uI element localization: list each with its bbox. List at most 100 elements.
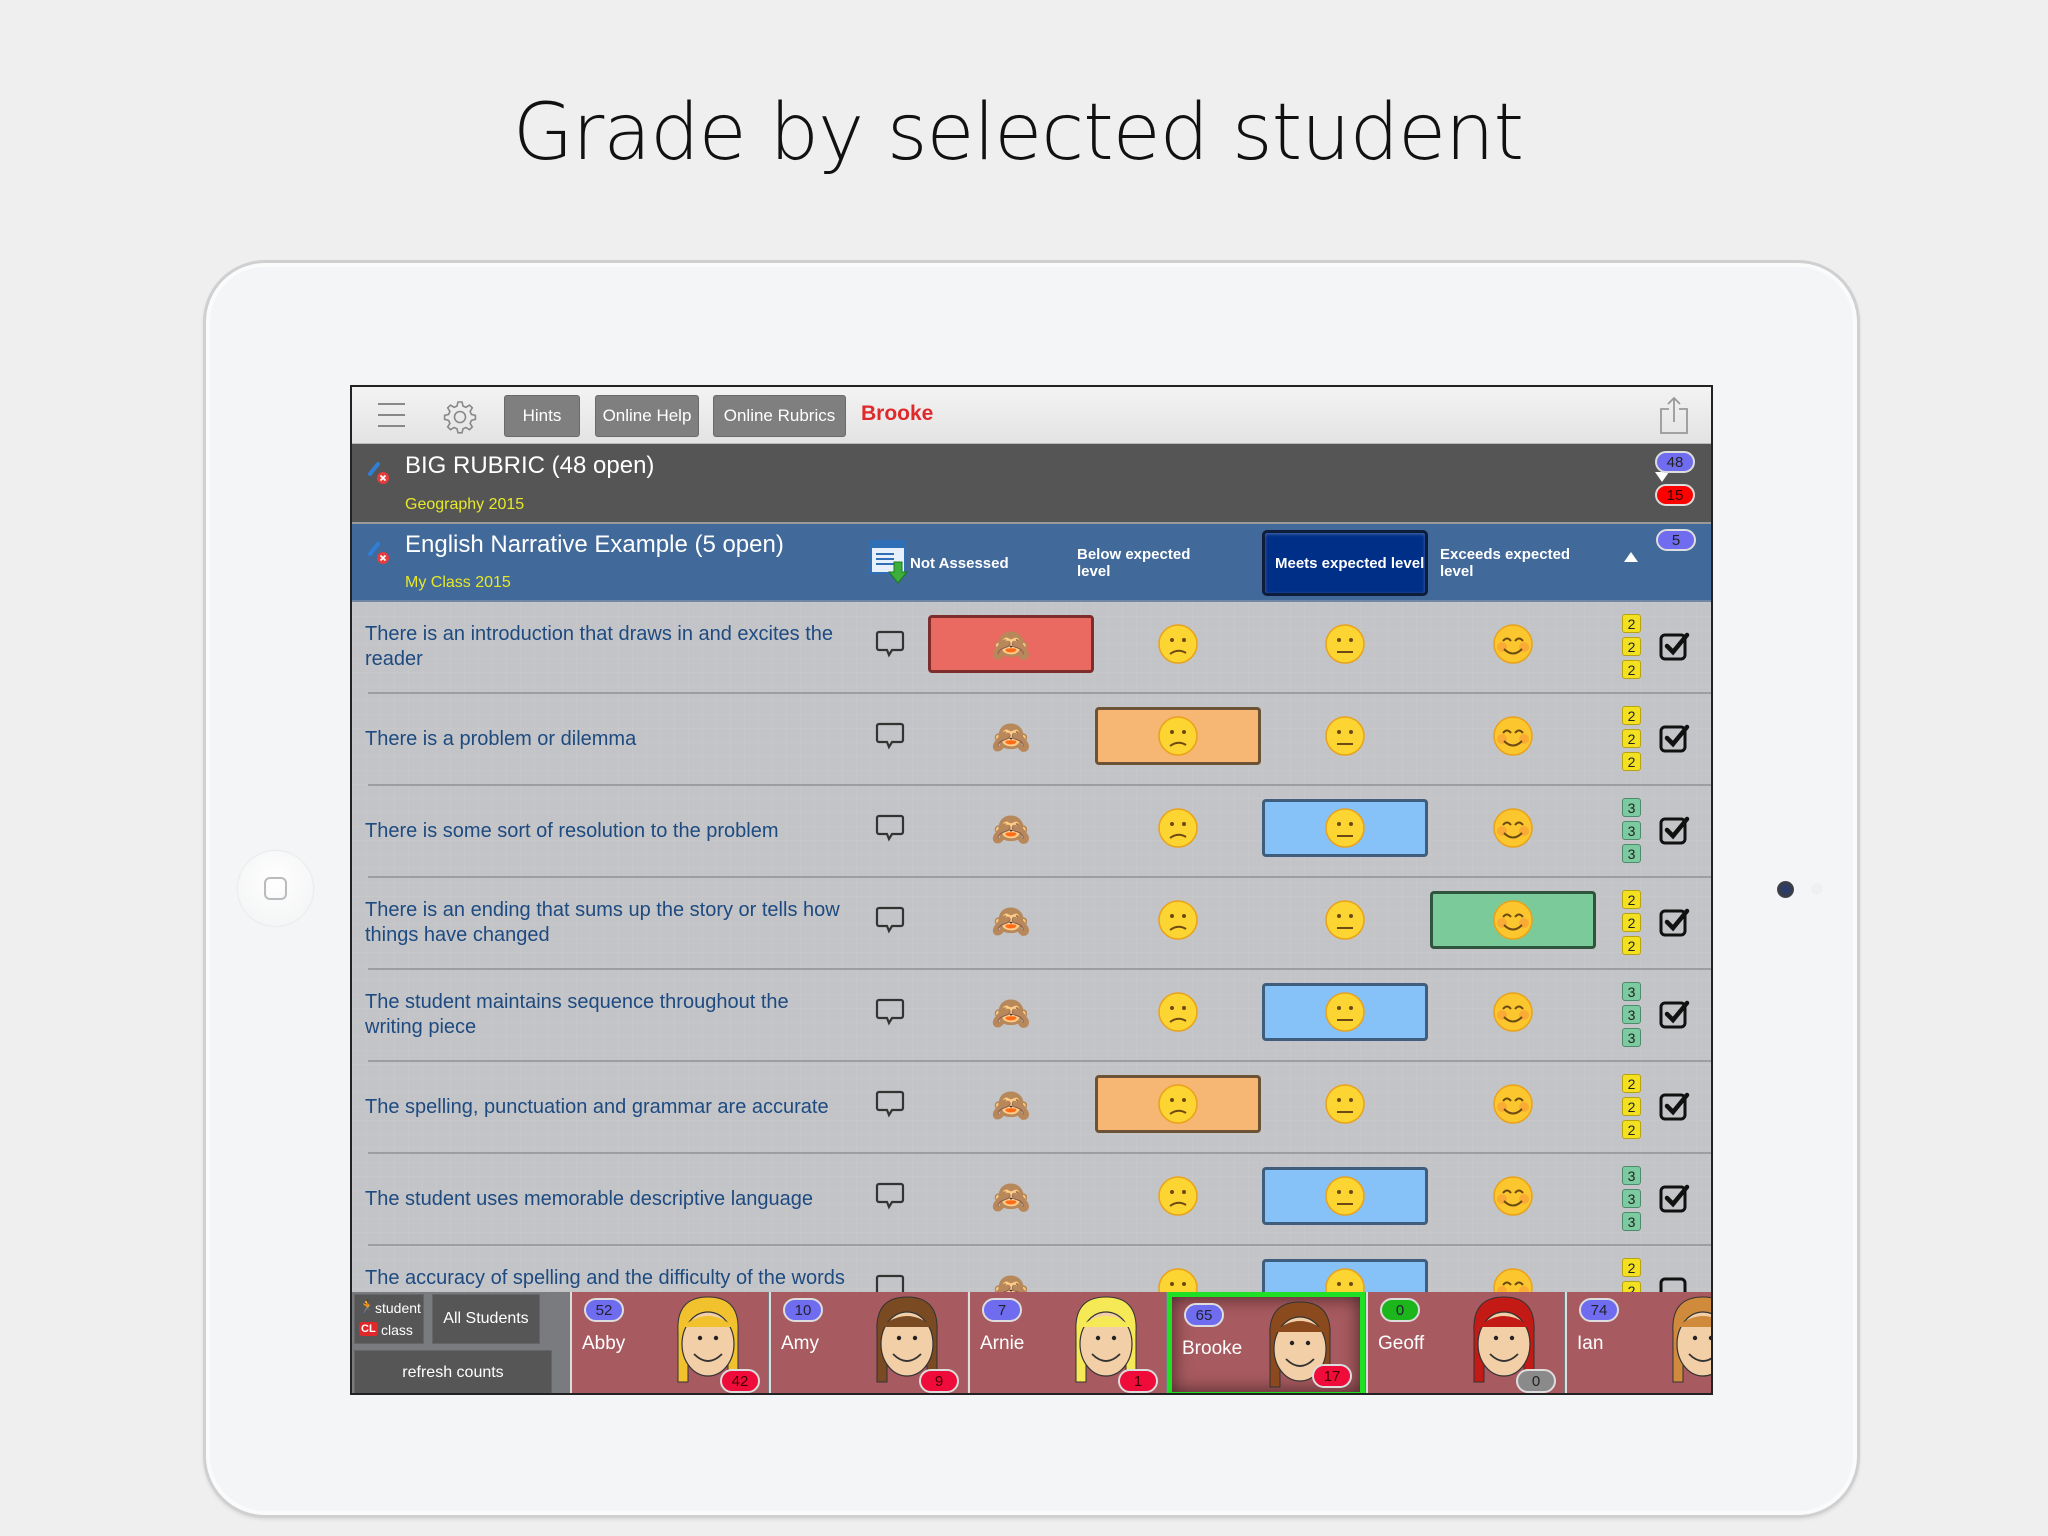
all-students-filter[interactable]: All Students xyxy=(432,1294,540,1344)
student-tile[interactable]: 10 Amy 9 xyxy=(769,1292,967,1393)
svg-text:🙈: 🙈 xyxy=(991,1179,1031,1215)
see-no-evil-monkey-icon: 🙈 xyxy=(991,1087,1031,1123)
score-badge: 2 xyxy=(1622,614,1641,633)
open-count-badge: 9 xyxy=(919,1369,959,1393)
rubric-header[interactable]: English Narrative Example (5 open) My Cl… xyxy=(352,524,1711,602)
column-meets-expected[interactable]: Meets expected level xyxy=(1262,530,1428,596)
meets-expected-cell[interactable] xyxy=(1262,983,1428,1041)
smiling-face-icon xyxy=(1493,624,1533,664)
sensor-icon xyxy=(1812,884,1822,894)
score-stack: 3 3 3 xyxy=(1622,1166,1642,1235)
criterion-text: The student maintains sequence throughou… xyxy=(365,991,789,1038)
not-assessed-cell[interactable]: 🙈 xyxy=(928,707,1094,765)
not-assessed-cell[interactable]: 🙈 xyxy=(928,1167,1094,1225)
rubric-group-header[interactable]: BIG RUBRIC (48 open) Geography 2015 48 1… xyxy=(352,444,1711,524)
student-tile[interactable]: 7 Arnie 1 xyxy=(968,1292,1166,1393)
below-expected-cell[interactable] xyxy=(1095,799,1261,857)
svg-text:🙈: 🙈 xyxy=(991,811,1031,847)
column-exceeds-expected[interactable]: Exceeds expected level xyxy=(1430,524,1590,602)
comment-icon[interactable] xyxy=(875,997,905,1027)
graded-count-badge: 10 xyxy=(783,1298,823,1322)
not-assessed-cell[interactable]: 🙈 xyxy=(928,983,1094,1041)
open-count-badge: 0 xyxy=(1516,1369,1556,1393)
meets-expected-cell[interactable] xyxy=(1262,1075,1428,1133)
smiling-face-icon xyxy=(1493,900,1533,940)
comment-icon[interactable] xyxy=(875,721,905,751)
graded-count-badge: 0 xyxy=(1380,1298,1420,1322)
student-tile[interactable]: 52 Abby 42 xyxy=(570,1292,768,1393)
student-tile[interactable]: 65 Brooke 17 xyxy=(1167,1292,1365,1393)
score-badge: 2 xyxy=(1622,913,1641,932)
checked-checkbox-icon[interactable] xyxy=(1658,722,1690,754)
see-no-evil-monkey-icon: 🙈 xyxy=(991,811,1031,847)
comment-icon[interactable] xyxy=(875,629,905,659)
rubric-group-subtitle: Geography 2015 xyxy=(405,496,525,513)
student-class-toggle[interactable]: 🏃 student CL class xyxy=(354,1294,424,1344)
student-tile[interactable]: 0 Geoff 0 xyxy=(1366,1292,1564,1393)
checked-checkbox-icon[interactable] xyxy=(1658,1090,1690,1122)
score-badge: 2 xyxy=(1622,1074,1641,1093)
below-expected-cell[interactable] xyxy=(1095,1167,1261,1225)
score-badge: 2 xyxy=(1622,890,1641,909)
comment-icon[interactable] xyxy=(875,1181,905,1211)
exceeds-expected-cell[interactable] xyxy=(1430,615,1596,673)
meets-expected-cell[interactable] xyxy=(1262,615,1428,673)
checked-checkbox-icon[interactable] xyxy=(1658,906,1690,938)
score-stack: 2 2 2 xyxy=(1622,1074,1642,1143)
refresh-counts-button[interactable]: refresh counts xyxy=(354,1350,552,1393)
column-below-expected[interactable]: Below expected level xyxy=(1067,524,1227,602)
criterion-row: There is an ending that sums up the stor… xyxy=(352,878,1711,970)
unlink-icon[interactable] xyxy=(366,458,392,486)
home-square-icon xyxy=(264,877,287,900)
hints-button[interactable]: Hints xyxy=(504,395,580,437)
meets-expected-cell[interactable] xyxy=(1262,891,1428,949)
hamburger-icon[interactable] xyxy=(378,403,405,427)
gear-icon[interactable] xyxy=(442,399,478,435)
score-badge: 2 xyxy=(1622,660,1641,679)
open-count-badge: 42 xyxy=(720,1369,760,1393)
below-expected-cell[interactable] xyxy=(1095,983,1261,1041)
exceeds-expected-cell[interactable] xyxy=(1430,1075,1596,1133)
exceeds-expected-cell[interactable] xyxy=(1430,983,1596,1041)
triangle-down-icon[interactable] xyxy=(1655,472,1669,482)
exceeds-expected-cell[interactable] xyxy=(1430,1167,1596,1225)
see-no-evil-monkey-icon: 🙈 xyxy=(991,627,1031,663)
checked-checkbox-icon[interactable] xyxy=(1658,630,1690,662)
open-count-badge: 48 xyxy=(1655,451,1695,473)
share-icon[interactable] xyxy=(1659,395,1689,435)
not-assessed-cell[interactable]: 🙈 xyxy=(928,1075,1094,1133)
score-stack: 3 3 3 xyxy=(1622,798,1642,867)
exceeds-expected-cell[interactable] xyxy=(1430,891,1596,949)
below-expected-cell[interactable] xyxy=(1095,707,1261,765)
meets-expected-cell[interactable] xyxy=(1262,1167,1428,1225)
score-badge: 3 xyxy=(1622,982,1641,1001)
student-strip: 🏃 student CL class All Students refresh … xyxy=(352,1292,1711,1393)
comment-icon[interactable] xyxy=(875,813,905,843)
below-expected-cell[interactable] xyxy=(1095,891,1261,949)
comment-icon[interactable] xyxy=(875,905,905,935)
exceeds-expected-cell[interactable] xyxy=(1430,799,1596,857)
criterion-row: The student maintains sequence throughou… xyxy=(352,970,1711,1062)
meets-expected-cell[interactable] xyxy=(1262,799,1428,857)
student-tile[interactable]: 74 Ian xyxy=(1565,1292,1711,1393)
meets-expected-cell[interactable] xyxy=(1262,707,1428,765)
unlink-icon[interactable] xyxy=(366,538,392,566)
open-count-badge: 1 xyxy=(1118,1369,1158,1393)
not-assessed-cell[interactable]: 🙈 xyxy=(928,799,1094,857)
not-assessed-cell[interactable]: 🙈 xyxy=(928,615,1094,673)
not-assessed-cell[interactable]: 🙈 xyxy=(928,891,1094,949)
online-help-button[interactable]: Online Help xyxy=(595,395,699,437)
below-expected-cell[interactable] xyxy=(1095,615,1261,673)
column-not-assessed[interactable]: Not Assessed xyxy=(900,524,1060,602)
triangle-up-icon[interactable] xyxy=(1624,552,1638,562)
comment-icon[interactable] xyxy=(875,1089,905,1119)
checked-checkbox-icon[interactable] xyxy=(1658,1182,1690,1214)
student-name: Amy xyxy=(781,1333,819,1354)
exceeds-expected-cell[interactable] xyxy=(1430,707,1596,765)
checked-checkbox-icon[interactable] xyxy=(1658,814,1690,846)
below-expected-cell[interactable] xyxy=(1095,1075,1261,1133)
online-rubrics-button[interactable]: Online Rubrics xyxy=(713,395,846,437)
home-button[interactable] xyxy=(238,851,313,926)
checked-checkbox-icon[interactable] xyxy=(1658,998,1690,1030)
neutral-face-icon xyxy=(1325,808,1365,848)
